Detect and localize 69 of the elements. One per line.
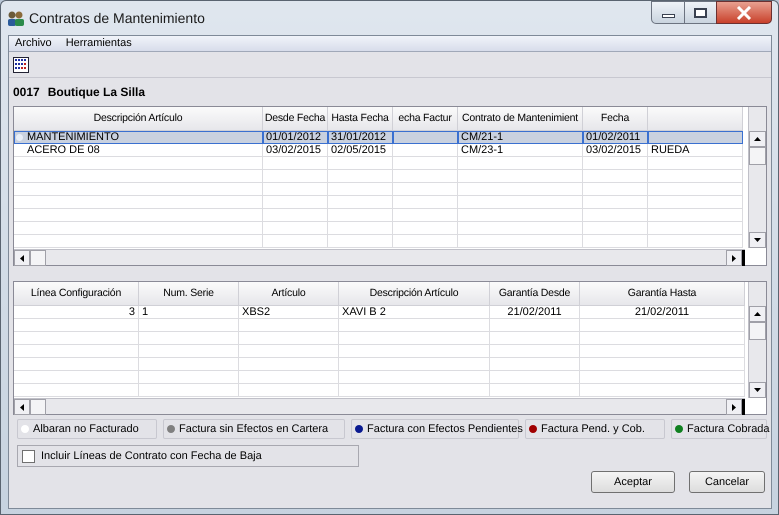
column-header[interactable]: Garantía Hasta <box>580 282 745 306</box>
vertical-scrollbar[interactable] <box>748 107 766 248</box>
menu-item[interactable]: Herramientas <box>66 35 132 52</box>
customer-name: Boutique La Silla <box>48 84 146 101</box>
scroll-thumb[interactable] <box>749 322 766 340</box>
scroll-thumb[interactable] <box>30 399 46 415</box>
minimize-button[interactable] <box>651 1 685 24</box>
table-cell: 31/01/2012 <box>328 131 393 144</box>
table-cell: ACERO DE 08 <box>14 144 263 157</box>
size-grip <box>742 250 745 266</box>
scroll-down-button[interactable] <box>749 232 766 248</box>
down-arrow-icon <box>754 238 761 242</box>
column-header[interactable]: Artículo <box>239 282 339 306</box>
calendar-icon[interactable] <box>13 56 29 72</box>
scroll-right-button[interactable] <box>726 250 742 266</box>
checkbox[interactable] <box>22 450 35 462</box>
legend-item: Factura Pend. y Cob. <box>525 419 665 439</box>
column-header[interactable]: Garantía Desde <box>490 282 580 306</box>
row-indicator-icon <box>16 134 23 141</box>
accept-button[interactable]: Aceptar <box>591 471 675 493</box>
horizontal-scrollbar[interactable] <box>14 249 745 265</box>
table-cell: 3 <box>14 306 139 319</box>
column-header[interactable]: Línea Configuración <box>14 282 139 306</box>
scroll-up-button[interactable] <box>749 306 766 322</box>
cancel-button[interactable]: Cancelar <box>689 471 765 493</box>
table-cell: MANTENIMIENTO <box>14 131 263 144</box>
table-cell: 01/02/2011 <box>583 131 648 144</box>
up-arrow-icon <box>754 312 761 316</box>
right-arrow-icon <box>732 404 736 410</box>
scroll-left-button[interactable] <box>14 399 30 415</box>
left-arrow-icon <box>20 404 24 410</box>
table-cell: 21/02/2011 <box>490 306 580 319</box>
customer-code: 0017 <box>13 84 40 101</box>
scroll-left-button[interactable] <box>14 250 30 266</box>
checkbox-label: Incluir Líneas de Contrato con Fecha de Baja <box>41 448 262 464</box>
column-header[interactable]: Num. Serie <box>139 282 239 306</box>
table-cell: 21/02/2011 <box>580 306 745 319</box>
table-cell: 03/02/2015 <box>583 144 648 157</box>
scroll-down-button[interactable] <box>749 382 766 398</box>
table-cell: 1 <box>139 306 239 319</box>
table-cell: RUEDA <box>648 144 743 157</box>
down-arrow-icon <box>754 388 761 392</box>
right-arrow-icon <box>732 254 736 262</box>
legend-item: Albaran no Facturado <box>17 419 157 439</box>
table-cell: XAVI B 2 <box>339 306 490 319</box>
size-grip <box>742 399 745 415</box>
table-cell: CM/23-1 <box>458 144 583 157</box>
table-cell: XBS2 <box>239 306 339 319</box>
users-icon <box>7 10 25 26</box>
vertical-scrollbar[interactable] <box>748 282 766 398</box>
window-title: Contratos de Mantenimiento <box>29 8 205 28</box>
table-cell: CM/21-1 <box>458 131 583 144</box>
table-cell: 03/02/2015 <box>263 144 328 157</box>
column-header[interactable]: Descripción Artículo <box>339 282 490 306</box>
up-arrow-icon <box>754 137 761 141</box>
table-cell: 01/01/2012 <box>263 131 328 144</box>
scroll-thumb[interactable] <box>749 147 766 165</box>
horizontal-scrollbar[interactable] <box>14 398 745 414</box>
legend-item: Factura Cobrada <box>671 419 767 439</box>
menu-item[interactable]: Archivo <box>15 35 52 52</box>
scroll-right-button[interactable] <box>726 399 742 415</box>
close-button[interactable] <box>716 1 772 24</box>
legend-item: Factura sin Efectos en Cartera <box>163 419 345 439</box>
close-icon <box>736 6 752 20</box>
left-arrow-icon <box>20 254 24 262</box>
scroll-thumb[interactable] <box>30 250 46 266</box>
scroll-up-button[interactable] <box>749 131 766 147</box>
maximize-button[interactable] <box>685 1 716 24</box>
table-cell: 02/05/2015 <box>328 144 393 157</box>
